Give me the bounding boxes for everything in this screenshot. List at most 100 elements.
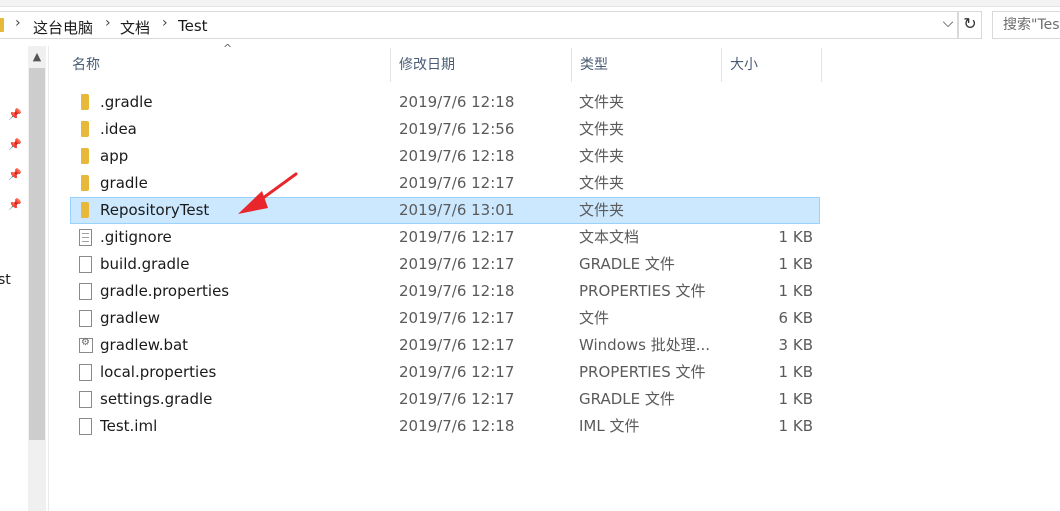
file-date: 2019/7/6 12:18 <box>399 417 515 435</box>
file-size <box>731 198 813 223</box>
file-name: settings.gradle <box>100 390 213 408</box>
file-row[interactable]: RepositoryTest 2019/7/6 13:01 文件夹 <box>70 197 820 224</box>
file-size <box>731 144 813 169</box>
file-row[interactable]: Test.iml 2019/7/6 12:18 IML 文件 1 KB <box>70 413 820 440</box>
file-date: 2019/7/6 12:18 <box>399 282 515 300</box>
file-date: 2019/7/6 12:56 <box>399 120 515 138</box>
file-name: local.properties <box>100 363 217 381</box>
file-row[interactable]: .gradle 2019/7/6 12:18 文件夹 <box>70 89 820 116</box>
file-list: .gradle 2019/7/6 12:18 文件夹 .idea 2019/7/6 1… <box>70 89 820 440</box>
pin-icon[interactable]: 📌 <box>8 168 22 182</box>
file-row[interactable]: local.properties 2019/7/6 12:17 PROPERTIES… <box>70 359 820 386</box>
column-header-name[interactable]: 名称 <box>64 48 390 82</box>
file-size: 1 KB <box>778 363 813 381</box>
file-size: 1 KB <box>778 228 813 246</box>
file-row[interactable]: .idea 2019/7/6 12:56 文件夹 <box>70 116 820 143</box>
file-icon <box>79 283 92 300</box>
column-header-row: ^ 名称 修改日期 类型 大小 <box>64 42 824 84</box>
search-input[interactable]: 搜索"Test" <box>992 11 1060 39</box>
file-date: 2019/7/6 12:17 <box>399 174 515 192</box>
file-row[interactable]: gradle.properties 2019/7/6 12:18 PROPERTIE… <box>70 278 820 305</box>
file-name: .gitignore <box>100 228 172 246</box>
breadcrumb-this-pc[interactable]: 这台电脑 <box>33 17 93 38</box>
folder-icon <box>81 175 89 191</box>
file-name: .gradle <box>100 93 153 111</box>
file-date: 2019/7/6 13:01 <box>399 201 515 219</box>
batch-file-icon <box>79 337 93 353</box>
chevron-right-icon[interactable]: › <box>162 15 168 31</box>
pin-icon[interactable]: 📌 <box>8 108 22 122</box>
file-icon <box>79 391 92 408</box>
file-size: 6 KB <box>778 309 813 327</box>
file-size: 1 KB <box>778 417 813 435</box>
address-bar[interactable]: › 这台电脑 › 文档 › Test <box>0 11 958 39</box>
file-name: Test.iml <box>100 417 158 435</box>
chevron-right-icon[interactable]: › <box>15 15 21 31</box>
file-name: gradlew <box>100 309 161 327</box>
file-size <box>731 171 813 196</box>
file-name: build.gradle <box>100 255 190 273</box>
file-row[interactable]: app 2019/7/6 12:18 文件夹 <box>70 143 820 170</box>
file-row[interactable]: gradle 2019/7/6 12:17 文件夹 <box>70 170 820 197</box>
file-type: 文件夹 <box>579 93 625 111</box>
file-type: 文件夹 <box>579 120 625 138</box>
file-name: gradle <box>100 174 148 192</box>
file-type: IML 文件 <box>579 417 640 435</box>
folder-icon <box>81 202 89 218</box>
file-type: Windows 批处理... <box>579 336 711 354</box>
chevron-down-icon[interactable]: ⌵ <box>940 15 956 35</box>
folder-icon <box>81 148 89 164</box>
file-icon <box>79 256 92 273</box>
file-date: 2019/7/6 12:17 <box>399 255 515 273</box>
file-date: 2019/7/6 12:18 <box>399 147 515 165</box>
chevron-right-icon[interactable]: › <box>105 15 111 31</box>
folder-icon <box>0 18 4 32</box>
file-type: 文件夹 <box>579 147 625 165</box>
file-name: gradle.properties <box>100 282 230 300</box>
file-date: 2019/7/6 12:17 <box>399 336 515 354</box>
file-icon <box>79 418 92 435</box>
file-row[interactable]: gradlew.bat 2019/7/6 12:17 Windows 批处理... 3… <box>70 332 820 359</box>
file-date: 2019/7/6 12:17 <box>399 309 515 327</box>
file-name: gradlew.bat <box>100 336 189 354</box>
file-row[interactable]: .gitignore 2019/7/6 12:17 文本文档 1 KB <box>70 224 820 251</box>
column-header-size[interactable]: 大小 <box>722 48 822 82</box>
file-name: .idea <box>100 120 137 138</box>
breadcrumb-test[interactable]: Test <box>178 17 208 35</box>
file-size <box>731 90 813 115</box>
file-size: 3 KB <box>778 336 813 354</box>
file-size: 1 KB <box>778 282 813 300</box>
pin-icon[interactable]: 📌 <box>8 198 22 212</box>
file-icon <box>79 364 92 381</box>
column-header-date[interactable]: 修改日期 <box>391 48 571 82</box>
file-row[interactable]: build.gradle 2019/7/6 12:17 GRADLE 文件 1 KB <box>70 251 820 278</box>
file-date: 2019/7/6 12:18 <box>399 93 515 111</box>
file-row[interactable]: settings.gradle 2019/7/6 12:17 GRADLE 文件 1 … <box>70 386 820 413</box>
file-type: 文件 <box>579 309 610 327</box>
column-header-type[interactable]: 类型 <box>572 48 721 82</box>
pin-icon[interactable]: 📌 <box>8 138 22 152</box>
file-date: 2019/7/6 12:17 <box>399 228 515 246</box>
file-type: PROPERTIES 文件 <box>579 282 706 300</box>
file-size: 1 KB <box>778 255 813 273</box>
file-type: PROPERTIES 文件 <box>579 363 706 381</box>
folder-icon <box>81 94 89 110</box>
file-size: 1 KB <box>778 390 813 408</box>
file-type: 文本文档 <box>579 228 640 246</box>
file-size <box>731 117 813 142</box>
folder-icon <box>81 121 89 137</box>
text-file-icon <box>79 229 92 246</box>
refresh-button[interactable]: ↻ <box>958 11 982 39</box>
file-type: 文件夹 <box>579 174 625 192</box>
file-type: GRADLE 文件 <box>579 255 675 273</box>
column-divider[interactable] <box>821 48 822 82</box>
nav-item-test[interactable]: st <box>0 272 11 288</box>
scroll-up-arrow-icon[interactable]: ▲ <box>28 50 46 66</box>
file-name: app <box>100 147 129 165</box>
file-row[interactable]: gradlew 2019/7/6 12:17 文件 6 KB <box>70 305 820 332</box>
breadcrumb-documents[interactable]: 文档 <box>120 17 150 38</box>
file-name: RepositoryTest <box>100 201 210 219</box>
nav-scrollbar-thumb[interactable] <box>29 68 45 440</box>
navigation-pane: ▲ 📌 📌 📌 📌 st <box>0 46 49 511</box>
file-date: 2019/7/6 12:17 <box>399 363 515 381</box>
